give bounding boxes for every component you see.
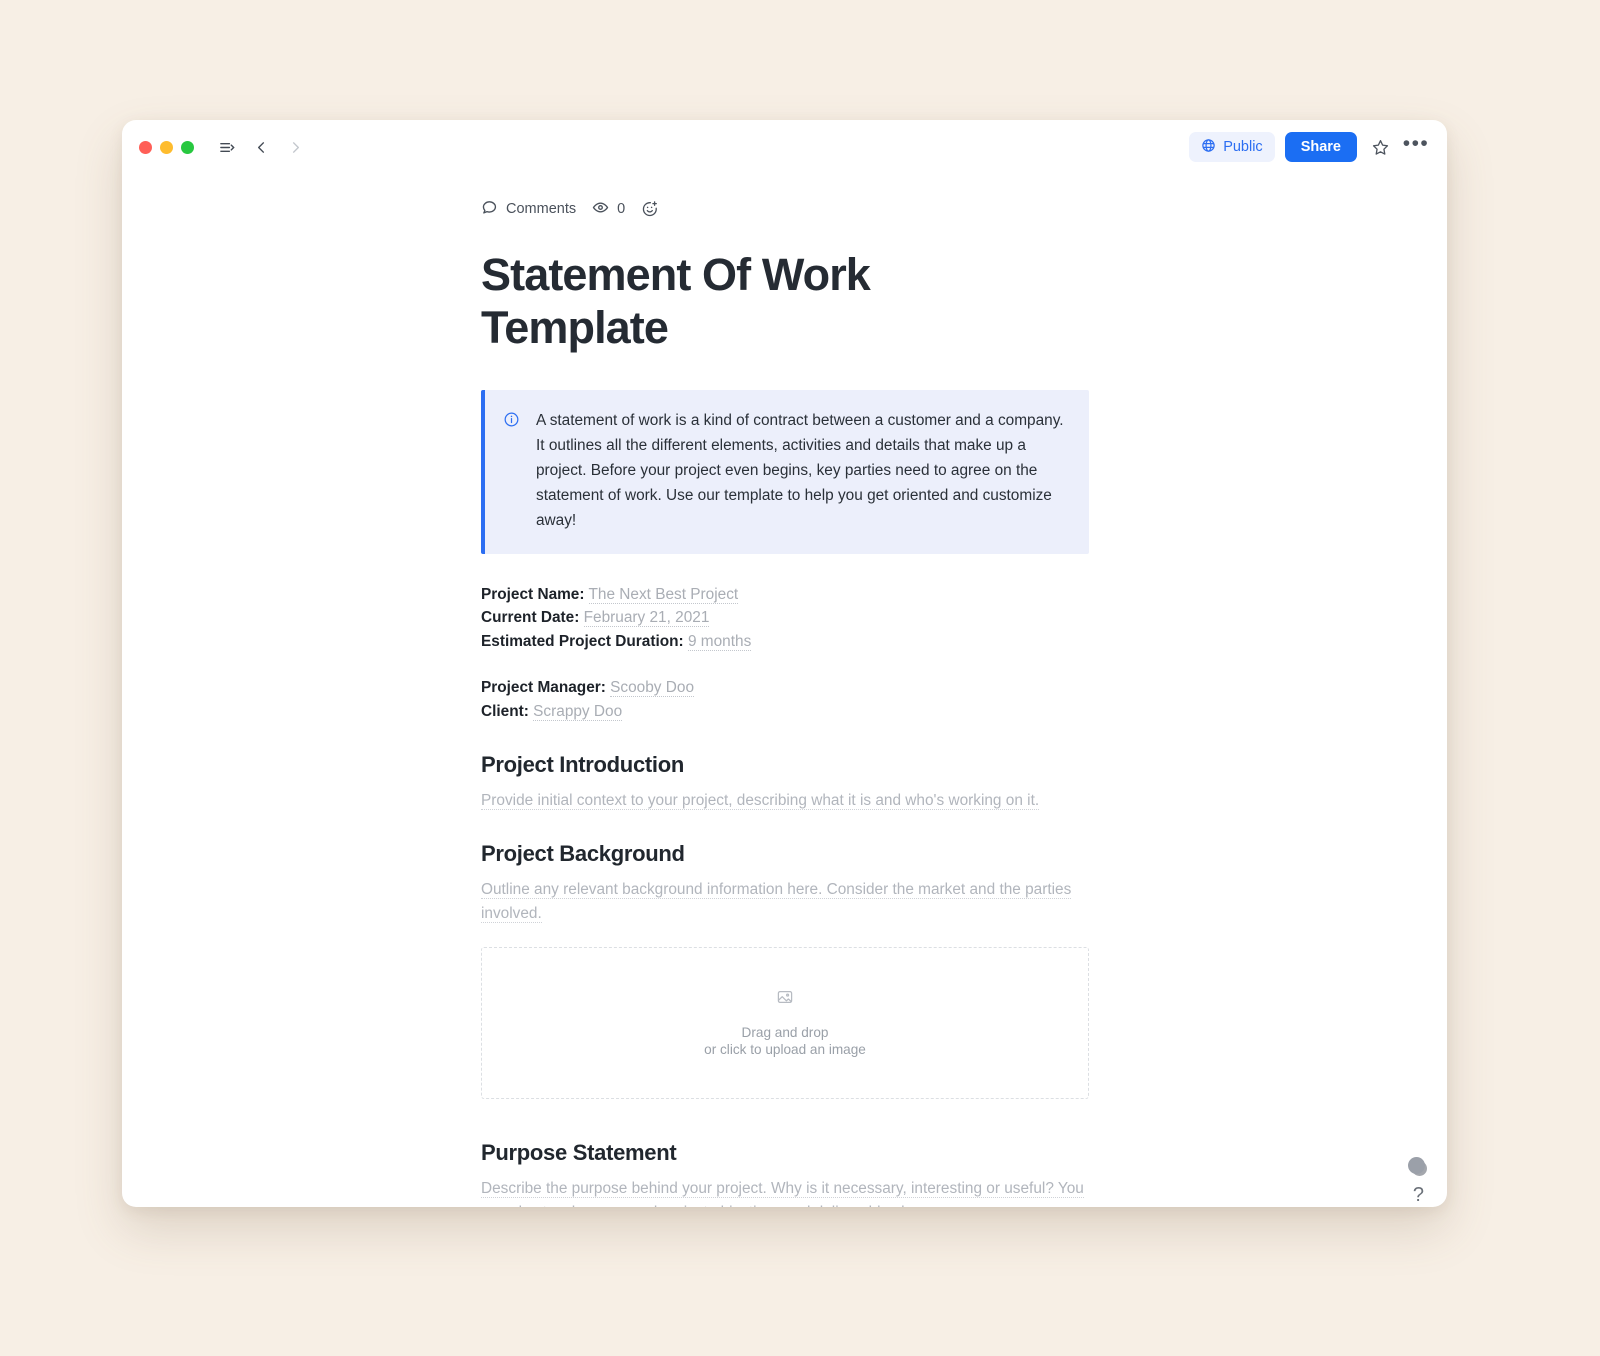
document-meta-bar: Comments 0 [481,194,1089,224]
chat-bubble-icon[interactable] [1408,1157,1425,1174]
star-icon[interactable] [1367,134,1393,160]
comment-bubble-icon [481,199,498,220]
field-row[interactable]: Project Manager: Scooby Doo [481,676,1089,699]
traffic-lights [139,140,194,154]
visibility-label: Public [1223,139,1263,155]
field-group-spacer [481,653,1089,676]
section-project-introduction: Project Introduction Provide initial con… [481,752,1089,812]
comments-label: Comments [506,201,577,217]
add-reaction-icon[interactable] [641,200,659,218]
section-project-background: Project Background Outline any relevant … [481,841,1089,1100]
field-label: Estimated Project Duration: [481,632,684,650]
field-value[interactable]: 9 months [687,632,752,651]
document-canvas: Comments 0 Statement Of Work Template A … [122,194,1447,1207]
sidebar-toggle-icon[interactable] [212,132,242,162]
close-window-button[interactable] [139,140,152,154]
project-fields: Project Name: The Next Best Project Curr… [481,583,1089,723]
back-icon[interactable] [246,132,276,162]
ellipsis-glyph: ••• [1402,132,1430,155]
field-label: Current Date: [481,609,580,627]
image-dropzone[interactable]: Drag and drop or click to upload an imag… [481,947,1089,1100]
section-heading[interactable]: Project Background [481,841,1089,867]
field-value[interactable]: Scooby Doo [610,679,695,698]
image-placeholder-icon [776,988,794,1011]
comments-button[interactable]: Comments [481,199,576,220]
callout-text: A statement of work is a kind of contrac… [536,412,1064,529]
field-row[interactable]: Project Name: The Next Best Project [481,583,1089,606]
section-placeholder-text: Outline any relevant background informat… [481,881,1072,923]
ellipsis-icon[interactable]: ••• [1402,132,1430,160]
window-titlebar: Public Share ••• [122,120,1447,174]
eye-icon [592,199,609,220]
document-content: Comments 0 Statement Of Work Template A … [481,194,1089,1207]
field-value[interactable]: The Next Best Project [588,585,739,604]
section-placeholder[interactable]: Outline any relevant background informat… [481,878,1089,925]
field-row[interactable]: Estimated Project Duration: 9 months [481,630,1089,653]
section-placeholder[interactable]: Provide initial context to your project,… [481,789,1089,812]
field-label: Project Name: [481,585,585,603]
forward-icon[interactable] [280,132,310,162]
field-label: Client: [481,702,529,720]
view-count-value: 0 [617,201,626,217]
page-title[interactable]: Statement Of Work Template [481,248,941,354]
share-button[interactable]: Share [1284,132,1357,162]
section-heading[interactable]: Project Introduction [481,752,1089,778]
info-callout[interactable]: A statement of work is a kind of contrac… [481,390,1089,554]
app-window: Public Share ••• Comments 0 Statement Of… [122,120,1447,1207]
field-row[interactable]: Current Date: February 21, 2021 [481,606,1089,629]
info-circle-icon [503,411,520,534]
section-heading[interactable]: Purpose Statement [481,1140,1089,1166]
navigation-controls [212,132,310,162]
globe-icon [1201,138,1216,157]
section-placeholder[interactable]: Describe the purpose behind your project… [481,1177,1089,1207]
minimize-window-button[interactable] [160,140,173,154]
help-question-icon[interactable]: ? [1413,1184,1424,1207]
visibility-public-button[interactable]: Public [1189,132,1275,162]
section-placeholder-text: Provide initial context to your project,… [481,791,1040,810]
field-value[interactable]: Scrappy Doo [533,702,623,721]
dropzone-line-1: Drag and drop [741,1024,829,1040]
dropzone-line-2: or click to upload an image [704,1042,866,1058]
field-value[interactable]: February 21, 2021 [583,609,710,628]
maximize-window-button[interactable] [181,140,194,154]
section-placeholder-text: Describe the purpose behind your project… [481,1180,1084,1207]
field-row[interactable]: Client: Scrappy Doo [481,700,1089,723]
view-count: 0 [592,199,625,220]
section-purpose-statement: Purpose Statement Describe the purpose b… [481,1140,1089,1207]
field-label: Project Manager: [481,679,606,697]
titlebar-actions: Public Share ••• [1189,132,1429,162]
